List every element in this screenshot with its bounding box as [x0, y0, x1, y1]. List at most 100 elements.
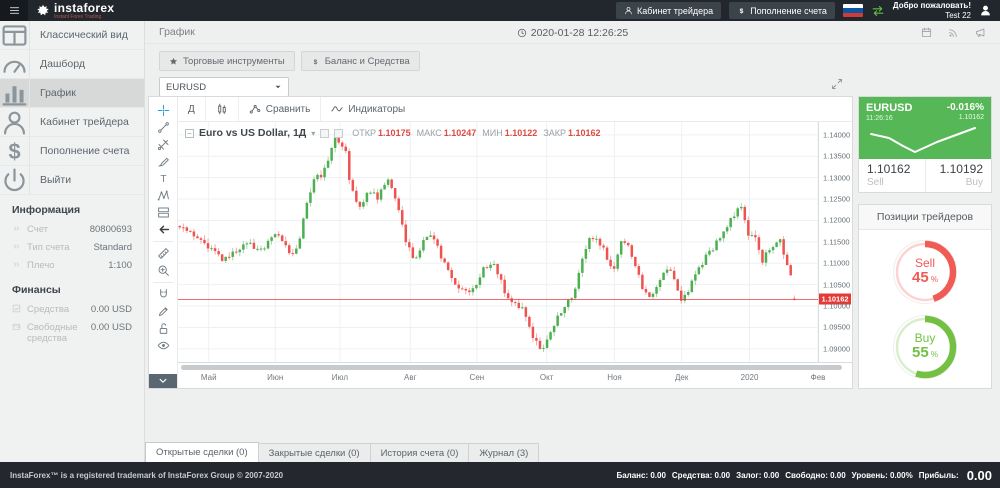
sidebar-item-label: Выйти — [30, 166, 71, 194]
sidebar-item-window[interactable]: Классический вид — [0, 21, 144, 50]
menu-toggle-button[interactable] — [0, 0, 28, 21]
drawing-toolbar: T — [149, 97, 178, 388]
sidebar-item-dollar[interactable]: $ Пополнение счета — [0, 137, 144, 166]
ruler-tool-icon[interactable] — [152, 245, 174, 262]
sidebar-item-user[interactable]: Кабинет трейдера — [0, 108, 144, 137]
footer: InstaForex™ is a registered trademark of… — [0, 462, 1000, 488]
calendar-icon[interactable] — [921, 27, 932, 38]
compare-button[interactable]: Сравнить — [239, 97, 322, 121]
instaforex-logo[interactable]: instaforex Instant Forex Trading — [36, 2, 114, 20]
instaforex-logo-icon — [36, 4, 50, 18]
zoom-in-tool-icon[interactable] — [152, 262, 174, 279]
sell-button[interactable]: 1.10162 Sell — [859, 159, 925, 192]
sidebar-item-label: Дашборд — [30, 50, 85, 78]
quote-widget[interactable]: EURUSD 11:26:16 -0.016% 1.10162 1.10162 … — [858, 96, 992, 193]
indicators-button[interactable]: Индикаторы — [321, 97, 415, 121]
price-tick: 1.11500 — [823, 237, 850, 246]
price-tick: 1.13000 — [823, 173, 850, 182]
buy-positions-donut[interactable]: Buy 55 % — [892, 314, 958, 380]
sidebar-menu: Классический видДашбордГрафикКабинет тре… — [0, 21, 144, 195]
brush-tool-icon[interactable] — [152, 153, 174, 170]
time-axis[interactable]: МайИюнИюлАвгСенОктНояДек2020Фев — [178, 362, 852, 388]
sell-positions-donut[interactable]: Sell 45 % — [892, 239, 958, 305]
balance-funds-label: Баланс и Средства — [325, 56, 410, 67]
announcements-icon[interactable] — [975, 27, 986, 38]
toolbar-divider — [153, 282, 173, 283]
lock-open-tool-icon[interactable] — [152, 320, 174, 337]
trend-line-tool-icon[interactable] — [152, 119, 174, 136]
legend-settings-icon[interactable] — [334, 129, 343, 138]
time-tick: Фев — [811, 373, 826, 382]
ohlc-МАКС: МАКС1.10247 — [417, 128, 477, 138]
language-flag-ru[interactable] — [843, 4, 863, 17]
info-value: 80800693 — [90, 224, 132, 235]
chart-plot[interactable]: − Euro vs US Dollar, 1Д ▾ ОТКР1.10175МАК… — [178, 122, 818, 362]
welcome-text: Добро пожаловать! — [893, 1, 971, 11]
trader-cabinet-button[interactable]: Кабинет трейдера — [616, 2, 721, 19]
svg-text:$: $ — [740, 8, 744, 15]
info-value: 0.00 USD — [91, 304, 132, 315]
hamburger-icon — [9, 5, 20, 16]
sell-label: Sell — [867, 177, 917, 188]
dashboard-icon — [0, 50, 30, 78]
xabcd-tool-icon[interactable] — [152, 187, 174, 204]
tab-история-счета-0-[interactable]: История счета (0) — [370, 443, 470, 462]
right-panel: EURUSD 11:26:16 -0.016% 1.10162 1.10162 … — [858, 96, 992, 389]
chart-scrollbar[interactable] — [181, 365, 842, 370]
position-tool-icon[interactable] — [152, 204, 174, 221]
legend-collapse-icon[interactable]: − — [185, 129, 194, 138]
tab-журнал-3-[interactable]: Журнал (3) — [468, 443, 539, 462]
footer-stat: Средства: 0.00 — [672, 471, 730, 480]
server-datetime: 2020-01-28 12:26:25 — [145, 21, 1000, 44]
time-tick: Ноя — [607, 373, 622, 382]
username: Test 22 — [893, 11, 971, 21]
svg-text:$: $ — [8, 138, 20, 163]
copyright-text: InstaForex™ is a registered trademark of… — [0, 471, 283, 480]
time-tick: Июл — [332, 373, 348, 382]
timeframe-button[interactable]: Д — [178, 97, 206, 121]
magnet-tool-icon[interactable] — [152, 286, 174, 303]
symbol-select[interactable]: EURUSD — [159, 77, 289, 97]
toolbar-more-button[interactable] — [149, 374, 177, 388]
compare-icon — [249, 103, 261, 115]
eye-tool-icon[interactable] — [152, 337, 174, 354]
logo-text: instaforex — [54, 2, 114, 14]
sidebar-item-dashboard[interactable]: Дашборд — [0, 50, 144, 79]
price-tick: 1.11000 — [823, 259, 850, 268]
sidebar-item-label: Пополнение счета — [30, 137, 130, 165]
balance-funds-button[interactable]: $ Баланс и Средства — [301, 51, 420, 71]
crosshair-tool-icon[interactable] — [152, 102, 174, 119]
legend-caret-icon[interactable]: ▾ — [311, 129, 315, 138]
trading-instruments-button[interactable]: Торговые инструменты — [159, 51, 295, 71]
price-tick: 1.12000 — [823, 216, 850, 225]
price-axis[interactable]: 1.10162 1.140001.135001.130001.125001.12… — [818, 122, 852, 362]
sidebar-item-label: График — [30, 79, 76, 107]
deposit-button[interactable]: $ Пополнение счета — [729, 2, 835, 19]
price-tick: 1.10500 — [823, 280, 850, 289]
info-label: Свободные средства — [27, 322, 91, 346]
pitchfork-tool-icon[interactable] — [152, 136, 174, 153]
chevron-down-icon — [274, 83, 282, 91]
sidebar-item-label: Кабинет трейдера — [30, 108, 129, 136]
bar-chart-icon — [0, 79, 30, 107]
donut-value: 55 % — [912, 345, 938, 362]
ohlc-ОТКР: ОТКР1.10175 — [352, 128, 410, 138]
tab-закрытые-сделки-0-[interactable]: Закрытые сделки (0) — [258, 443, 371, 462]
sidebar-item-bar-chart[interactable]: График — [0, 79, 144, 108]
tab-открытые-сделки-0-[interactable]: Открытые сделки (0) — [145, 442, 259, 462]
avatar-icon[interactable] — [979, 4, 992, 17]
sidebar-item-power[interactable]: Выйти — [0, 166, 144, 195]
exchange-arrows-icon[interactable] — [871, 4, 885, 18]
pencil-tool-icon[interactable] — [152, 303, 174, 320]
rss-icon[interactable] — [948, 27, 959, 38]
fullscreen-icon[interactable] — [831, 78, 843, 90]
arrow-left-tool-icon[interactable] — [152, 221, 174, 238]
clock-icon — [517, 28, 527, 38]
buy-button[interactable]: 1.10192 Buy — [925, 159, 992, 192]
text-tool-icon[interactable]: T — [152, 170, 174, 187]
legend-hide-icon[interactable] — [320, 129, 329, 138]
chart-style-button[interactable] — [206, 97, 239, 121]
price-tick: 1.12500 — [823, 195, 850, 204]
sidebar-info-row: Счет80800693 — [0, 221, 144, 239]
time-tick: 2020 — [741, 373, 759, 382]
